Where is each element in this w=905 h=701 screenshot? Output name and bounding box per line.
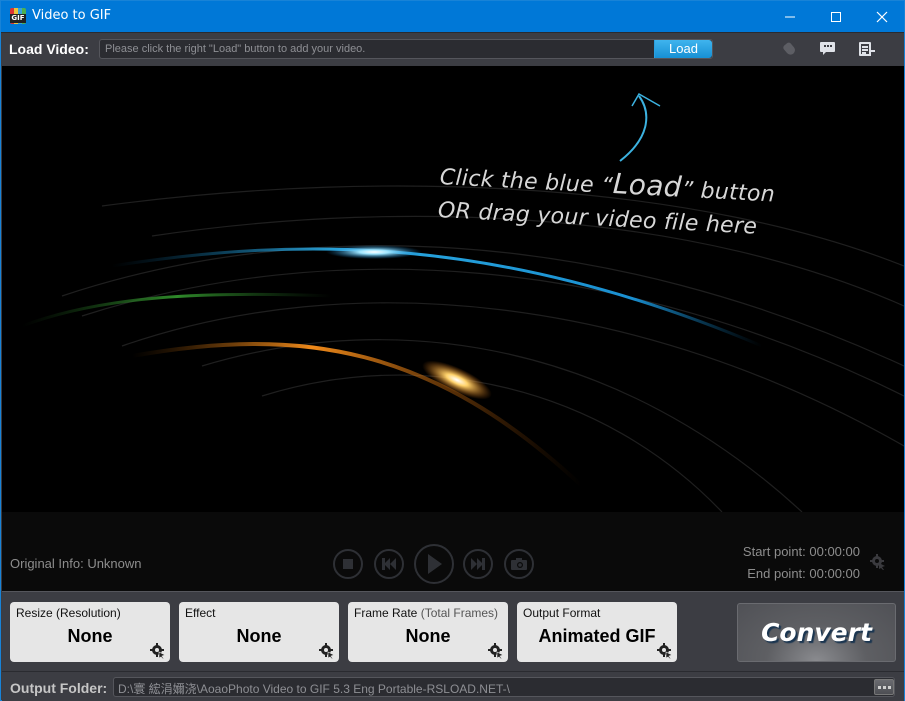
window-title: Video to GIF (32, 8, 112, 23)
blue-glow (326, 245, 422, 259)
title-bar[interactable]: GIF Video to GIF (1, 1, 904, 32)
effect-settings-icon[interactable] (319, 643, 335, 659)
skip-back-icon (382, 558, 396, 570)
tag-icon[interactable] (782, 41, 799, 57)
original-info: Original Info: Unknown (10, 556, 142, 571)
frame-rate-title: Frame Rate (Total Frames) (354, 606, 499, 620)
minimize-icon (785, 16, 795, 17)
output-folder-label: Output Folder: (10, 680, 108, 696)
more-dot-icon (887, 685, 891, 689)
more-dot-icon (882, 685, 886, 689)
skip-forward-icon (471, 558, 485, 570)
snapshot-button[interactable] (504, 549, 534, 579)
video-drop-area[interactable]: Click the blue “Load” button OR drag you… (2, 66, 904, 512)
resize-value: None (67, 626, 113, 646)
next-button[interactable] (463, 549, 493, 579)
orange-streak (131, 341, 584, 488)
minimize-button[interactable] (767, 1, 813, 32)
stop-button[interactable] (333, 549, 363, 579)
browse-folder-button[interactable] (874, 679, 894, 695)
play-icon (428, 554, 442, 574)
close-icon (876, 11, 888, 22)
output-folder-bar: Output Folder: D:\寰 綋涓嬭浇\AoaoPhoto Video… (2, 671, 904, 701)
maximize-icon (831, 11, 841, 22)
previous-button[interactable] (374, 549, 404, 579)
resize-settings-icon[interactable] (150, 643, 166, 659)
frame-rate-settings-icon[interactable] (488, 643, 504, 659)
maximize-button[interactable] (813, 1, 859, 32)
load-video-label: Load Video: (9, 41, 89, 57)
arrow-shaft (619, 95, 648, 162)
output-format-value: Animated GIF (538, 626, 656, 646)
load-video-bar: Load Video: Please click the right "Load… (1, 32, 904, 65)
playback-controls: Original Info: Unknown Start point: 00:0… (2, 512, 904, 591)
convert-button[interactable]: Convert (737, 603, 896, 662)
app-icon: GIF (10, 8, 26, 24)
app-icon-label: GIF (10, 14, 26, 23)
effect-value: None (236, 626, 282, 646)
camera-icon (511, 558, 527, 570)
effect-option-card[interactable]: Effect None (179, 602, 339, 662)
options-panel: Resize (Resolution) None Effect None Fra… (2, 591, 904, 671)
arrow-head-icon (631, 92, 661, 107)
stop-icon (343, 559, 353, 569)
frame-rate-subtitle: (Total Frames) (420, 606, 499, 620)
trim-settings-icon[interactable] (870, 554, 886, 570)
video-path-input[interactable]: Please click the right "Load" button to … (99, 39, 713, 59)
load-button[interactable]: Load (654, 40, 712, 58)
play-button[interactable] (414, 544, 454, 584)
output-format-option-card[interactable]: Output Format Animated GIF (517, 602, 677, 662)
light-streaks-background (21, 92, 904, 512)
frame-rate-option-card[interactable]: Frame Rate (Total Frames) None (348, 602, 508, 662)
frame-rate-value: None (405, 626, 451, 646)
blue-streak (111, 247, 763, 348)
hint-text-load: Load (612, 167, 683, 204)
output-folder-path[interactable]: D:\寰 綋涓嬭浇\AoaoPhoto Video to GIF 5.3 Eng… (113, 677, 895, 697)
close-button[interactable] (859, 1, 905, 32)
end-point: End point: 00:00:00 (747, 566, 860, 581)
comment-icon[interactable] (820, 42, 836, 56)
hint-text-post: ” button (680, 177, 776, 208)
log-list-icon[interactable] (859, 42, 875, 56)
output-format-settings-icon[interactable] (657, 643, 673, 659)
app-window: GIF Video to GIF Load Video: Please clic… (0, 0, 905, 701)
effect-title: Effect (185, 606, 216, 620)
output-format-title: Output Format (523, 606, 601, 620)
start-point: Start point: 00:00:00 (742, 544, 860, 559)
resize-title: Resize (Resolution) (16, 606, 121, 620)
more-dot-icon (877, 685, 881, 689)
green-streak (21, 292, 333, 328)
resize-option-card[interactable]: Resize (Resolution) None (10, 602, 170, 662)
